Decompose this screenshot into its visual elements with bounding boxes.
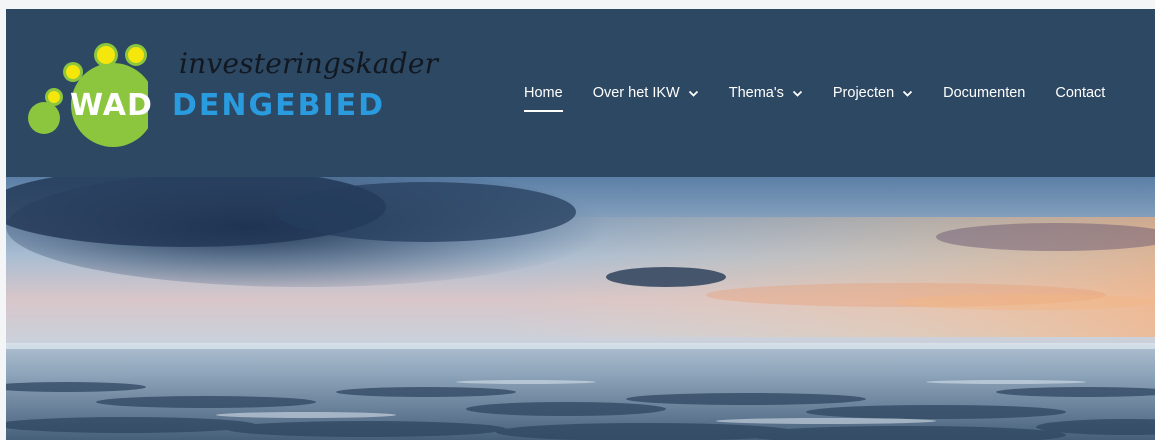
chevron-down-icon	[688, 90, 698, 97]
hero-image	[6, 177, 1155, 440]
nav-item-over-het-ikw[interactable]: Over het IKW	[593, 85, 699, 101]
wadden-sea-sunset-photo	[6, 177, 1155, 440]
nav-label: Documenten	[943, 85, 1026, 101]
logo-wad: WAD	[70, 88, 153, 123]
chevron-down-icon	[903, 90, 913, 97]
main-nav: Home Over het IKW Thema's Projecten Docu…	[524, 81, 1105, 112]
nav-label: Home	[524, 85, 563, 101]
nav-item-themas[interactable]: Thema's	[729, 85, 803, 101]
nav-label: Thema's	[728, 85, 784, 101]
nav-label: Projecten	[832, 85, 895, 101]
logo-dengebied: DENGEBIED	[172, 88, 386, 123]
nav-item-contact[interactable]: Contact	[1055, 85, 1105, 101]
logo-tagline: investeringskader	[179, 47, 439, 80]
nav-item-projecten[interactable]: Projecten	[833, 85, 913, 101]
page-frame: investeringskader WAD DENGEBIED Home Ove…	[6, 9, 1155, 440]
nav-label: Over het IKW	[592, 85, 680, 101]
chevron-down-icon	[792, 90, 803, 97]
nav-item-home[interactable]: Home	[524, 85, 563, 112]
nav-label: Contact	[1055, 85, 1106, 101]
nav-item-documenten[interactable]: Documenten	[943, 85, 1025, 101]
site-logo[interactable]: investeringskader WAD DENGEBIED	[28, 33, 438, 161]
site-header: investeringskader WAD DENGEBIED Home Ove…	[6, 9, 1155, 177]
